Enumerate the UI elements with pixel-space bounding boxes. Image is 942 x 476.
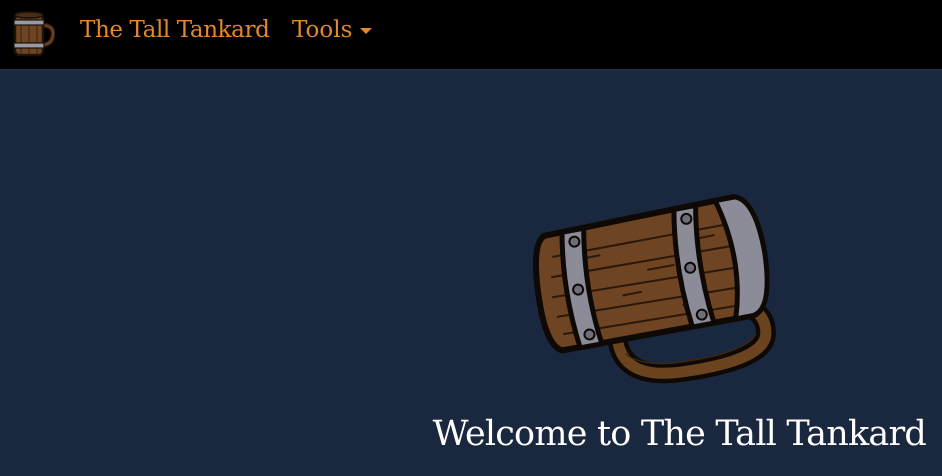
tools-dropdown-label: Tools bbox=[292, 17, 353, 43]
tankard-mug-illustration bbox=[532, 194, 776, 384]
brand-link[interactable]: The Tall Tankard bbox=[80, 17, 270, 43]
caret-down-icon bbox=[360, 28, 373, 34]
navbar: The Tall Tankard Tools bbox=[0, 0, 942, 70]
tankard-logo-icon[interactable] bbox=[9, 9, 55, 59]
page-title: Welcome to The Tall Tankard bbox=[432, 414, 927, 454]
tools-dropdown[interactable]: Tools bbox=[292, 17, 373, 43]
